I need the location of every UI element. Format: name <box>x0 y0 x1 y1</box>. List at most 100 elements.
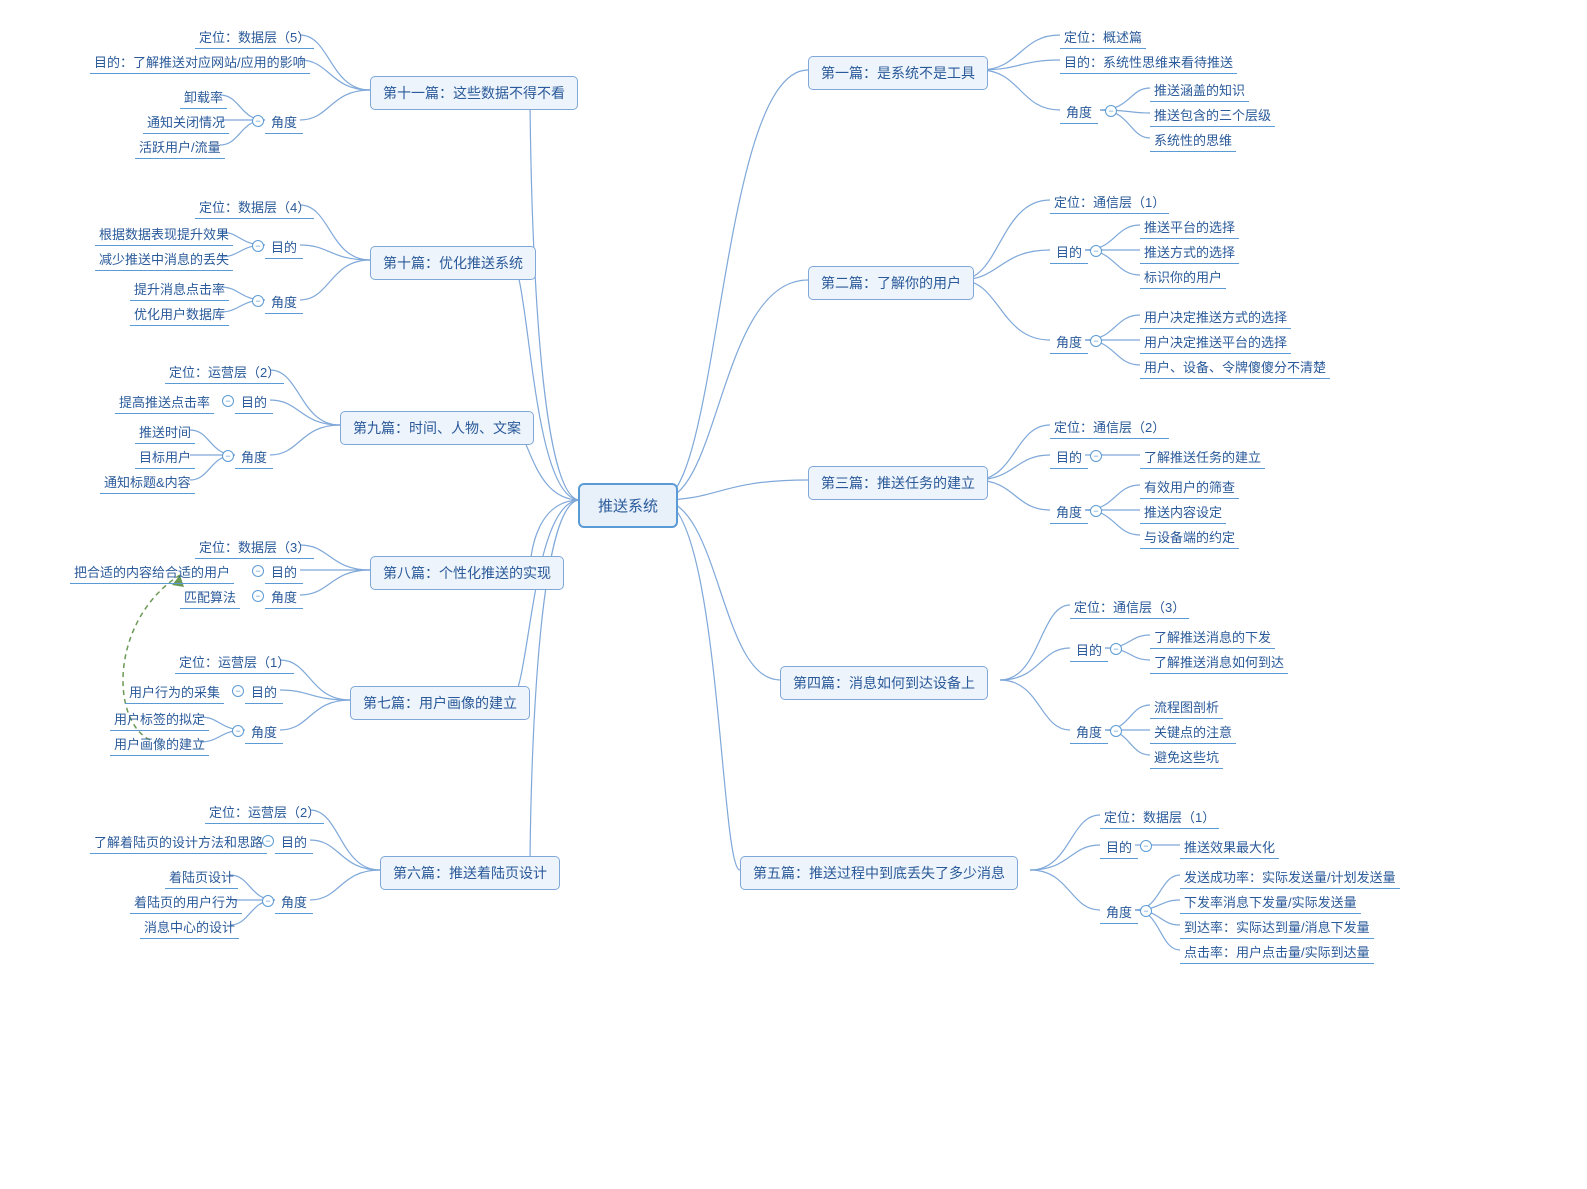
ch2-purpose-1: 推送方式的选择 <box>1140 240 1239 264</box>
ch3-angle-2: 与设备端的约定 <box>1140 525 1239 549</box>
ch1-angle-label: 角度 <box>1060 100 1098 124</box>
ch5-angle-2: 到达率：实际达到量/消息下发量 <box>1180 915 1374 939</box>
ch3-purpose-label: 目的 <box>1050 445 1088 469</box>
ch5-angle-3: 点击率：用户点击量/实际到达量 <box>1180 940 1374 964</box>
ch2-purpose-0: 推送平台的选择 <box>1140 215 1239 239</box>
ch4-purpose-1: 了解推送消息如何到达 <box>1150 650 1288 674</box>
expander-icon[interactable]: − <box>262 895 274 907</box>
ch11-pos: 定位：数据层（5） <box>195 25 314 49</box>
chapter-3[interactable]: 第三篇：推送任务的建立 <box>808 466 988 500</box>
ch5-angle-label: 角度 <box>1100 900 1138 924</box>
ch1-pos: 定位：概述篇 <box>1060 25 1146 49</box>
ch11-purpose: 目的：了解推送对应网站/应用的影响 <box>90 50 310 74</box>
ch4-pos: 定位：通信层（3） <box>1070 595 1189 619</box>
ch4-angle-2: 避免这些坑 <box>1150 745 1223 769</box>
chapter-9[interactable]: 第九篇：时间、人物、文案 <box>340 411 534 445</box>
ch2-angle-label: 角度 <box>1050 330 1088 354</box>
expander-icon[interactable]: − <box>232 685 244 697</box>
expander-icon[interactable]: − <box>252 590 264 602</box>
ch5-purpose-label: 目的 <box>1100 835 1138 859</box>
expander-icon[interactable]: − <box>252 295 264 307</box>
ch4-purpose-0: 了解推送消息的下发 <box>1150 625 1275 649</box>
ch7-pos: 定位：运营层（1） <box>175 650 294 674</box>
chapter-8[interactable]: 第八篇：个性化推送的实现 <box>370 556 564 590</box>
ch1-angle-0: 推送涵盖的知识 <box>1150 78 1249 102</box>
ch10-purpose-0: 根据数据表现提升效果 <box>95 222 233 246</box>
ch9-angle-2: 通知标题&内容 <box>100 470 195 494</box>
chapter-4[interactable]: 第四篇：消息如何到达设备上 <box>780 666 988 700</box>
ch11-angle-0: 卸载率 <box>180 85 227 109</box>
ch9-purpose: 提高推送点击率 <box>115 390 214 414</box>
ch9-purpose-label: 目的 <box>235 390 273 414</box>
ch2-purpose-label: 目的 <box>1050 240 1088 264</box>
chapter-11[interactable]: 第十一篇：这些数据不得不看 <box>370 76 578 110</box>
ch6-purpose: 了解着陆页的设计方法和思路 <box>90 830 267 854</box>
ch5-pos: 定位：数据层（1） <box>1100 805 1219 829</box>
ch7-purpose-label: 目的 <box>245 680 283 704</box>
expander-icon[interactable]: − <box>1090 505 1102 517</box>
expander-icon[interactable]: − <box>252 115 264 127</box>
ch10-angle-1: 优化用户数据库 <box>130 302 229 326</box>
ch4-angle-label: 角度 <box>1070 720 1108 744</box>
expander-icon[interactable]: − <box>252 565 264 577</box>
ch8-purpose: 把合适的内容给合适的用户 <box>70 560 234 584</box>
ch2-angle-2: 用户、设备、令牌傻傻分不清楚 <box>1140 355 1330 379</box>
ch5-angle-1: 下发率消息下发量/实际发送量 <box>1180 890 1361 914</box>
ch5-angle-0: 发送成功率：实际发送量/计划发送量 <box>1180 865 1400 889</box>
ch7-angle-0: 用户标签的拟定 <box>110 707 209 731</box>
ch8-angle: 匹配算法 <box>180 585 240 609</box>
ch8-purpose-label: 目的 <box>265 560 303 584</box>
ch4-purpose-label: 目的 <box>1070 638 1108 662</box>
chapter-5[interactable]: 第五篇：推送过程中到底丢失了多少消息 <box>740 856 1018 890</box>
ch4-angle-1: 关键点的注意 <box>1150 720 1236 744</box>
ch6-angle-label: 角度 <box>275 890 313 914</box>
ch9-angle-1: 目标用户 <box>135 445 195 469</box>
expander-icon[interactable]: − <box>1105 105 1117 117</box>
ch7-purpose: 用户行为的采集 <box>125 680 224 704</box>
ch10-angle-label: 角度 <box>265 290 303 314</box>
ch2-purpose-2: 标识你的用户 <box>1140 265 1226 289</box>
ch2-angle-1: 用户决定推送平台的选择 <box>1140 330 1291 354</box>
ch9-angle-0: 推送时间 <box>135 420 195 444</box>
ch11-angle-label: 角度 <box>265 110 303 134</box>
ch8-pos: 定位：数据层（3） <box>195 535 314 559</box>
ch11-angle-2: 活跃用户/流量 <box>135 135 225 159</box>
expander-icon[interactable]: − <box>222 450 234 462</box>
ch3-purpose: 了解推送任务的建立 <box>1140 445 1265 469</box>
ch7-angle-1: 用户画像的建立 <box>110 732 209 756</box>
expander-icon[interactable]: − <box>1110 725 1122 737</box>
ch8-angle-label: 角度 <box>265 585 303 609</box>
expander-icon[interactable]: − <box>1110 643 1122 655</box>
expander-icon[interactable]: − <box>1090 335 1102 347</box>
ch1-angle-2: 系统性的思维 <box>1150 128 1236 152</box>
ch6-angle-0: 着陆页设计 <box>165 865 238 889</box>
ch9-pos: 定位：运营层（2） <box>165 360 284 384</box>
expander-icon[interactable]: − <box>222 395 234 407</box>
ch10-purpose-label: 目的 <box>265 235 303 259</box>
ch10-pos: 定位：数据层（4） <box>195 195 314 219</box>
expander-icon[interactable]: − <box>232 725 244 737</box>
ch3-angle-1: 推送内容设定 <box>1140 500 1226 524</box>
chapter-6[interactable]: 第六篇：推送着陆页设计 <box>380 856 560 890</box>
ch3-angle-label: 角度 <box>1050 500 1088 524</box>
ch5-purpose: 推送效果最大化 <box>1180 835 1279 859</box>
chapter-1[interactable]: 第一篇：是系统不是工具 <box>808 56 988 90</box>
ch7-angle-label: 角度 <box>245 720 283 744</box>
chapter-7[interactable]: 第七篇：用户画像的建立 <box>350 686 530 720</box>
ch6-angle-2: 消息中心的设计 <box>140 915 239 939</box>
expander-icon[interactable]: − <box>1090 245 1102 257</box>
ch11-angle-1: 通知关闭情况 <box>143 110 229 134</box>
ch2-angle-0: 用户决定推送方式的选择 <box>1140 305 1291 329</box>
ch3-angle-0: 有效用户的筛查 <box>1140 475 1239 499</box>
ch9-angle-label: 角度 <box>235 445 273 469</box>
ch6-angle-1: 着陆页的用户行为 <box>130 890 242 914</box>
chapter-10[interactable]: 第十篇：优化推送系统 <box>370 246 536 280</box>
expander-icon[interactable]: − <box>1090 450 1102 462</box>
expander-icon[interactable]: − <box>1140 905 1152 917</box>
ch3-pos: 定位：通信层（2） <box>1050 415 1169 439</box>
chapter-2[interactable]: 第二篇：了解你的用户 <box>808 266 974 300</box>
root-node[interactable]: 推送系统 <box>578 483 678 528</box>
expander-icon[interactable]: − <box>1140 840 1152 852</box>
expander-icon[interactable]: − <box>252 240 264 252</box>
ch2-pos: 定位：通信层（1） <box>1050 190 1169 214</box>
